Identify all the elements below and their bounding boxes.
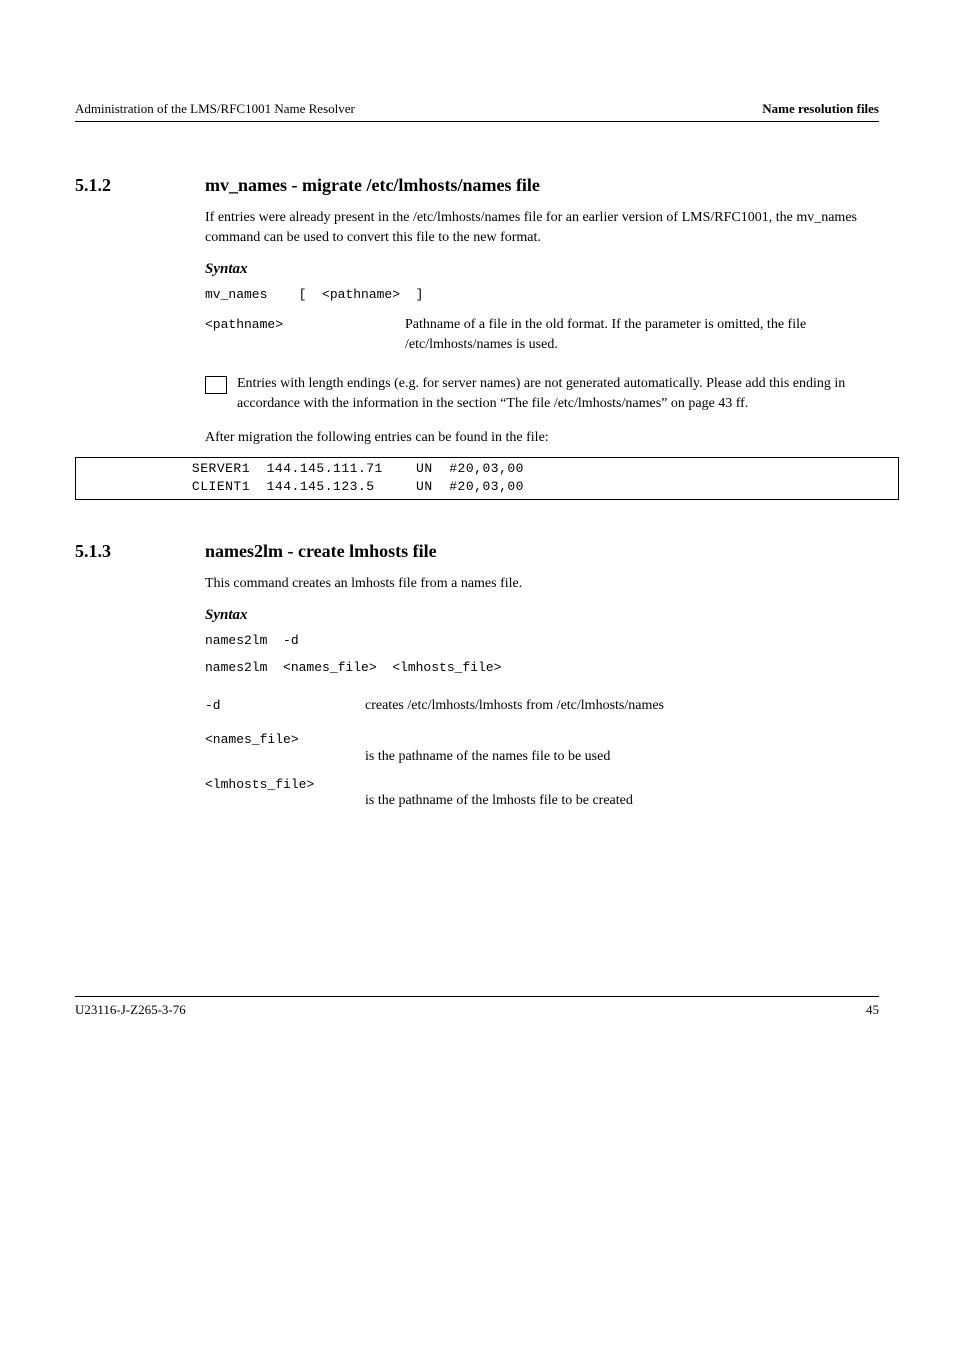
note-block: Entries with length endings (e.g. for se… — [205, 374, 879, 415]
param-key-names-file: <names_file> — [205, 732, 299, 747]
running-footer: U23116-J-Z265-3-76 45 — [75, 1001, 879, 1020]
example-box: SERVER1 144.145.111.71 UN #20,03,00 CLIE… — [75, 457, 899, 501]
syntax-label: Syntax — [205, 259, 879, 281]
section-heading-5-1-3: 5.1.3 names2lm - create lmhosts file — [75, 538, 879, 564]
header-rule — [75, 121, 879, 122]
heading-number: 5.1.2 — [75, 172, 205, 198]
intro-paragraph: This command creates an lmhosts file fro… — [205, 574, 879, 594]
note-text: Entries with length endings (e.g. for se… — [237, 374, 879, 415]
open-book-icon — [205, 376, 227, 394]
heading-title: mv_names - migrate /etc/lmhosts/names fi… — [205, 172, 540, 198]
syntax-label: Syntax — [205, 605, 879, 627]
header-left: Administration of the LMS/RFC1001 Name R… — [75, 100, 355, 119]
param-val-d: creates /etc/lmhosts/lmhosts from /etc/l… — [365, 696, 664, 716]
heading-number: 5.1.3 — [75, 538, 205, 564]
param-key-lmhosts-file: <lmhosts_file> — [205, 777, 314, 792]
param-key-pathname: <pathname> — [205, 316, 405, 335]
intro-paragraph: If entries were already present in the /… — [205, 208, 879, 249]
syntax-line-1: names2lm -d — [205, 632, 879, 651]
section-heading-5-1-2: 5.1.2 mv_names - migrate /etc/lmhosts/na… — [75, 172, 879, 198]
footer-rule — [75, 996, 879, 997]
param-val-lmhosts-file: is the pathname of the lmhosts file to b… — [365, 791, 879, 811]
heading-title: names2lm - create lmhosts file — [205, 538, 437, 564]
param-val-names-file: is the pathname of the names file to be … — [365, 747, 879, 767]
param-val-pathname: Pathname of a file in the old format. If… — [405, 315, 879, 356]
running-header: Administration of the LMS/RFC1001 Name R… — [75, 100, 879, 119]
param-key-d: -d — [205, 697, 325, 716]
header-right: Name resolution files — [762, 100, 879, 119]
footer-left: U23116-J-Z265-3-76 — [75, 1001, 186, 1020]
after-label: After migration the following entries ca… — [205, 428, 879, 448]
syntax-line-2: names2lm <names_file> <lmhosts_file> — [205, 659, 879, 678]
page-number: 45 — [866, 1001, 879, 1020]
syntax-line: mv_names [ <pathname> ] — [205, 286, 879, 305]
